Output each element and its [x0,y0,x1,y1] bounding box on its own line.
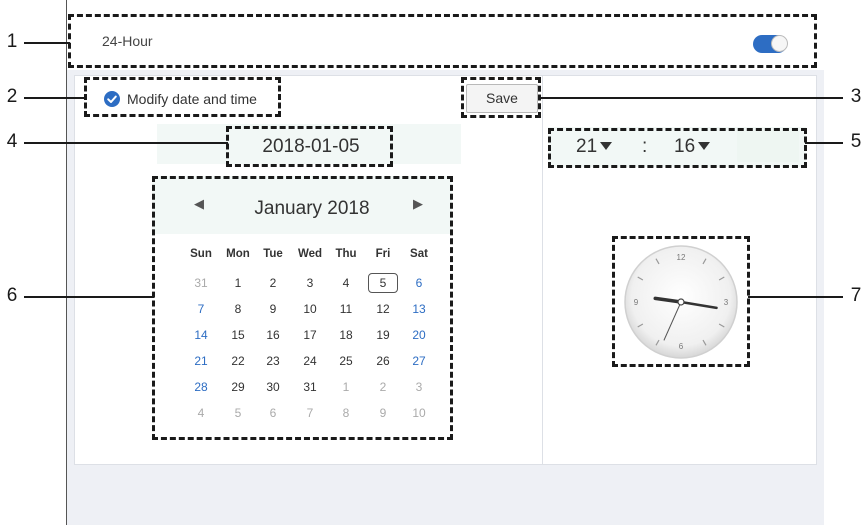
calendar-day[interactable]: 2 [258,273,288,293]
hour-format-label: 24-Hour [102,33,153,49]
minute-value: 16 [674,136,696,157]
calendar-day[interactable]: 9 [258,299,288,319]
calendar-day[interactable]: 3 [295,273,325,293]
calendar-day[interactable]: 7 [186,299,216,319]
calendar-day[interactable]: 30 [258,377,288,397]
date-input[interactable]: 2018-01-05 [228,129,394,165]
calendar-day[interactable]: 4 [186,403,216,423]
save-button[interactable]: Save [466,84,538,113]
caret-down-icon [600,142,613,150]
calendar-day[interactable]: 17 [295,325,325,345]
chevron-right-icon[interactable]: ▶ [408,196,428,212]
leader-line-1 [24,42,70,44]
leader-line-6 [24,296,154,298]
checkmark-circle-icon[interactable] [104,91,120,107]
calendar-day[interactable]: 7 [295,403,325,423]
clock-numeral-3: 3 [724,298,729,307]
callout-2: 2 [6,86,18,107]
caret-down-icon [698,142,711,150]
callout-1: 1 [6,31,18,52]
calendar-day[interactable]: 22 [223,351,253,371]
leader-line-3 [539,97,843,99]
calendar-day[interactable]: 8 [223,299,253,319]
calendar-day[interactable]: 8 [331,403,361,423]
calendar-day[interactable]: 29 [223,377,253,397]
callout-6: 6 [6,285,18,306]
calendar-day[interactable]: 6 [404,273,434,293]
calendar-day[interactable]: 2 [368,377,398,397]
leader-line-4 [24,142,228,144]
clock-numeral-9: 9 [634,298,639,307]
weekday-header: Fri [375,248,391,260]
calendar-day[interactable]: 12 [368,299,398,319]
calendar-day[interactable]: 5 [223,403,253,423]
hour-select[interactable]: 21 [576,129,613,165]
calendar-day[interactable]: 21 [186,351,216,371]
leader-line-2 [24,97,86,99]
calendar-day[interactable]: 31 [186,273,216,293]
calendar-day[interactable]: 13 [404,299,434,319]
calendar-day[interactable]: 16 [258,325,288,345]
time-extra-field [737,130,799,162]
calendar-day[interactable]: 11 [331,299,361,319]
chevron-left-icon[interactable]: ◀ [189,196,209,212]
calendar-day[interactable]: 19 [368,325,398,345]
calendar-day[interactable]: 4 [331,273,361,293]
analog-clock-icon: 12 3 6 9 [624,245,738,359]
calendar-day[interactable]: 18 [331,325,361,345]
calendar-day[interactable]: 26 [368,351,398,371]
calendar-day[interactable]: 24 [295,351,325,371]
calendar-day[interactable]: 31 [295,377,325,397]
calendar-day[interactable]: 1 [223,273,253,293]
calendar-day[interactable]: 10 [404,403,434,423]
toggle-knob-icon[interactable] [771,35,788,52]
clock-numeral-12: 12 [677,253,686,262]
calendar-day[interactable]: 23 [258,351,288,371]
callout-4: 4 [6,131,18,152]
calendar-day[interactable]: 14 [186,325,216,345]
calendar-day[interactable]: 25 [331,351,361,371]
minute-select[interactable]: 16 [674,129,711,165]
weekday-header: Thu [335,248,357,260]
calendar-day[interactable]: 9 [368,403,398,423]
clock-numeral-6: 6 [679,342,684,351]
modify-datetime-checkbox-label[interactable]: Modify date and time [127,91,257,107]
calendar-day[interactable]: 10 [295,299,325,319]
calendar-day[interactable]: 28 [186,377,216,397]
calendar-month-title: January 2018 [254,198,370,219]
callout-3: 3 [850,86,862,107]
hour-value: 21 [576,136,598,157]
weekday-header: Tue [263,248,283,260]
calendar-day[interactable]: 3 [404,377,434,397]
calendar-day[interactable]: 1 [331,377,361,397]
panel-divider [542,75,543,465]
callout-5: 5 [850,131,862,152]
weekday-header: Mon [226,248,250,260]
weekday-header: Sun [190,248,212,260]
clock-center-pin [677,298,685,306]
calendar-day[interactable]: 6 [258,403,288,423]
calendar-day[interactable]: 20 [404,325,434,345]
hour-format-row [74,20,812,65]
calendar-day[interactable]: 15 [223,325,253,345]
leader-line-5 [805,142,843,144]
calendar-day[interactable]: 5 [368,273,398,293]
weekday-header: Sat [410,248,428,260]
leader-line-7 [748,296,843,298]
calendar-day[interactable]: 27 [404,351,434,371]
time-separator: : [642,136,648,157]
weekday-header: Wed [297,248,323,260]
callout-7: 7 [850,285,862,306]
